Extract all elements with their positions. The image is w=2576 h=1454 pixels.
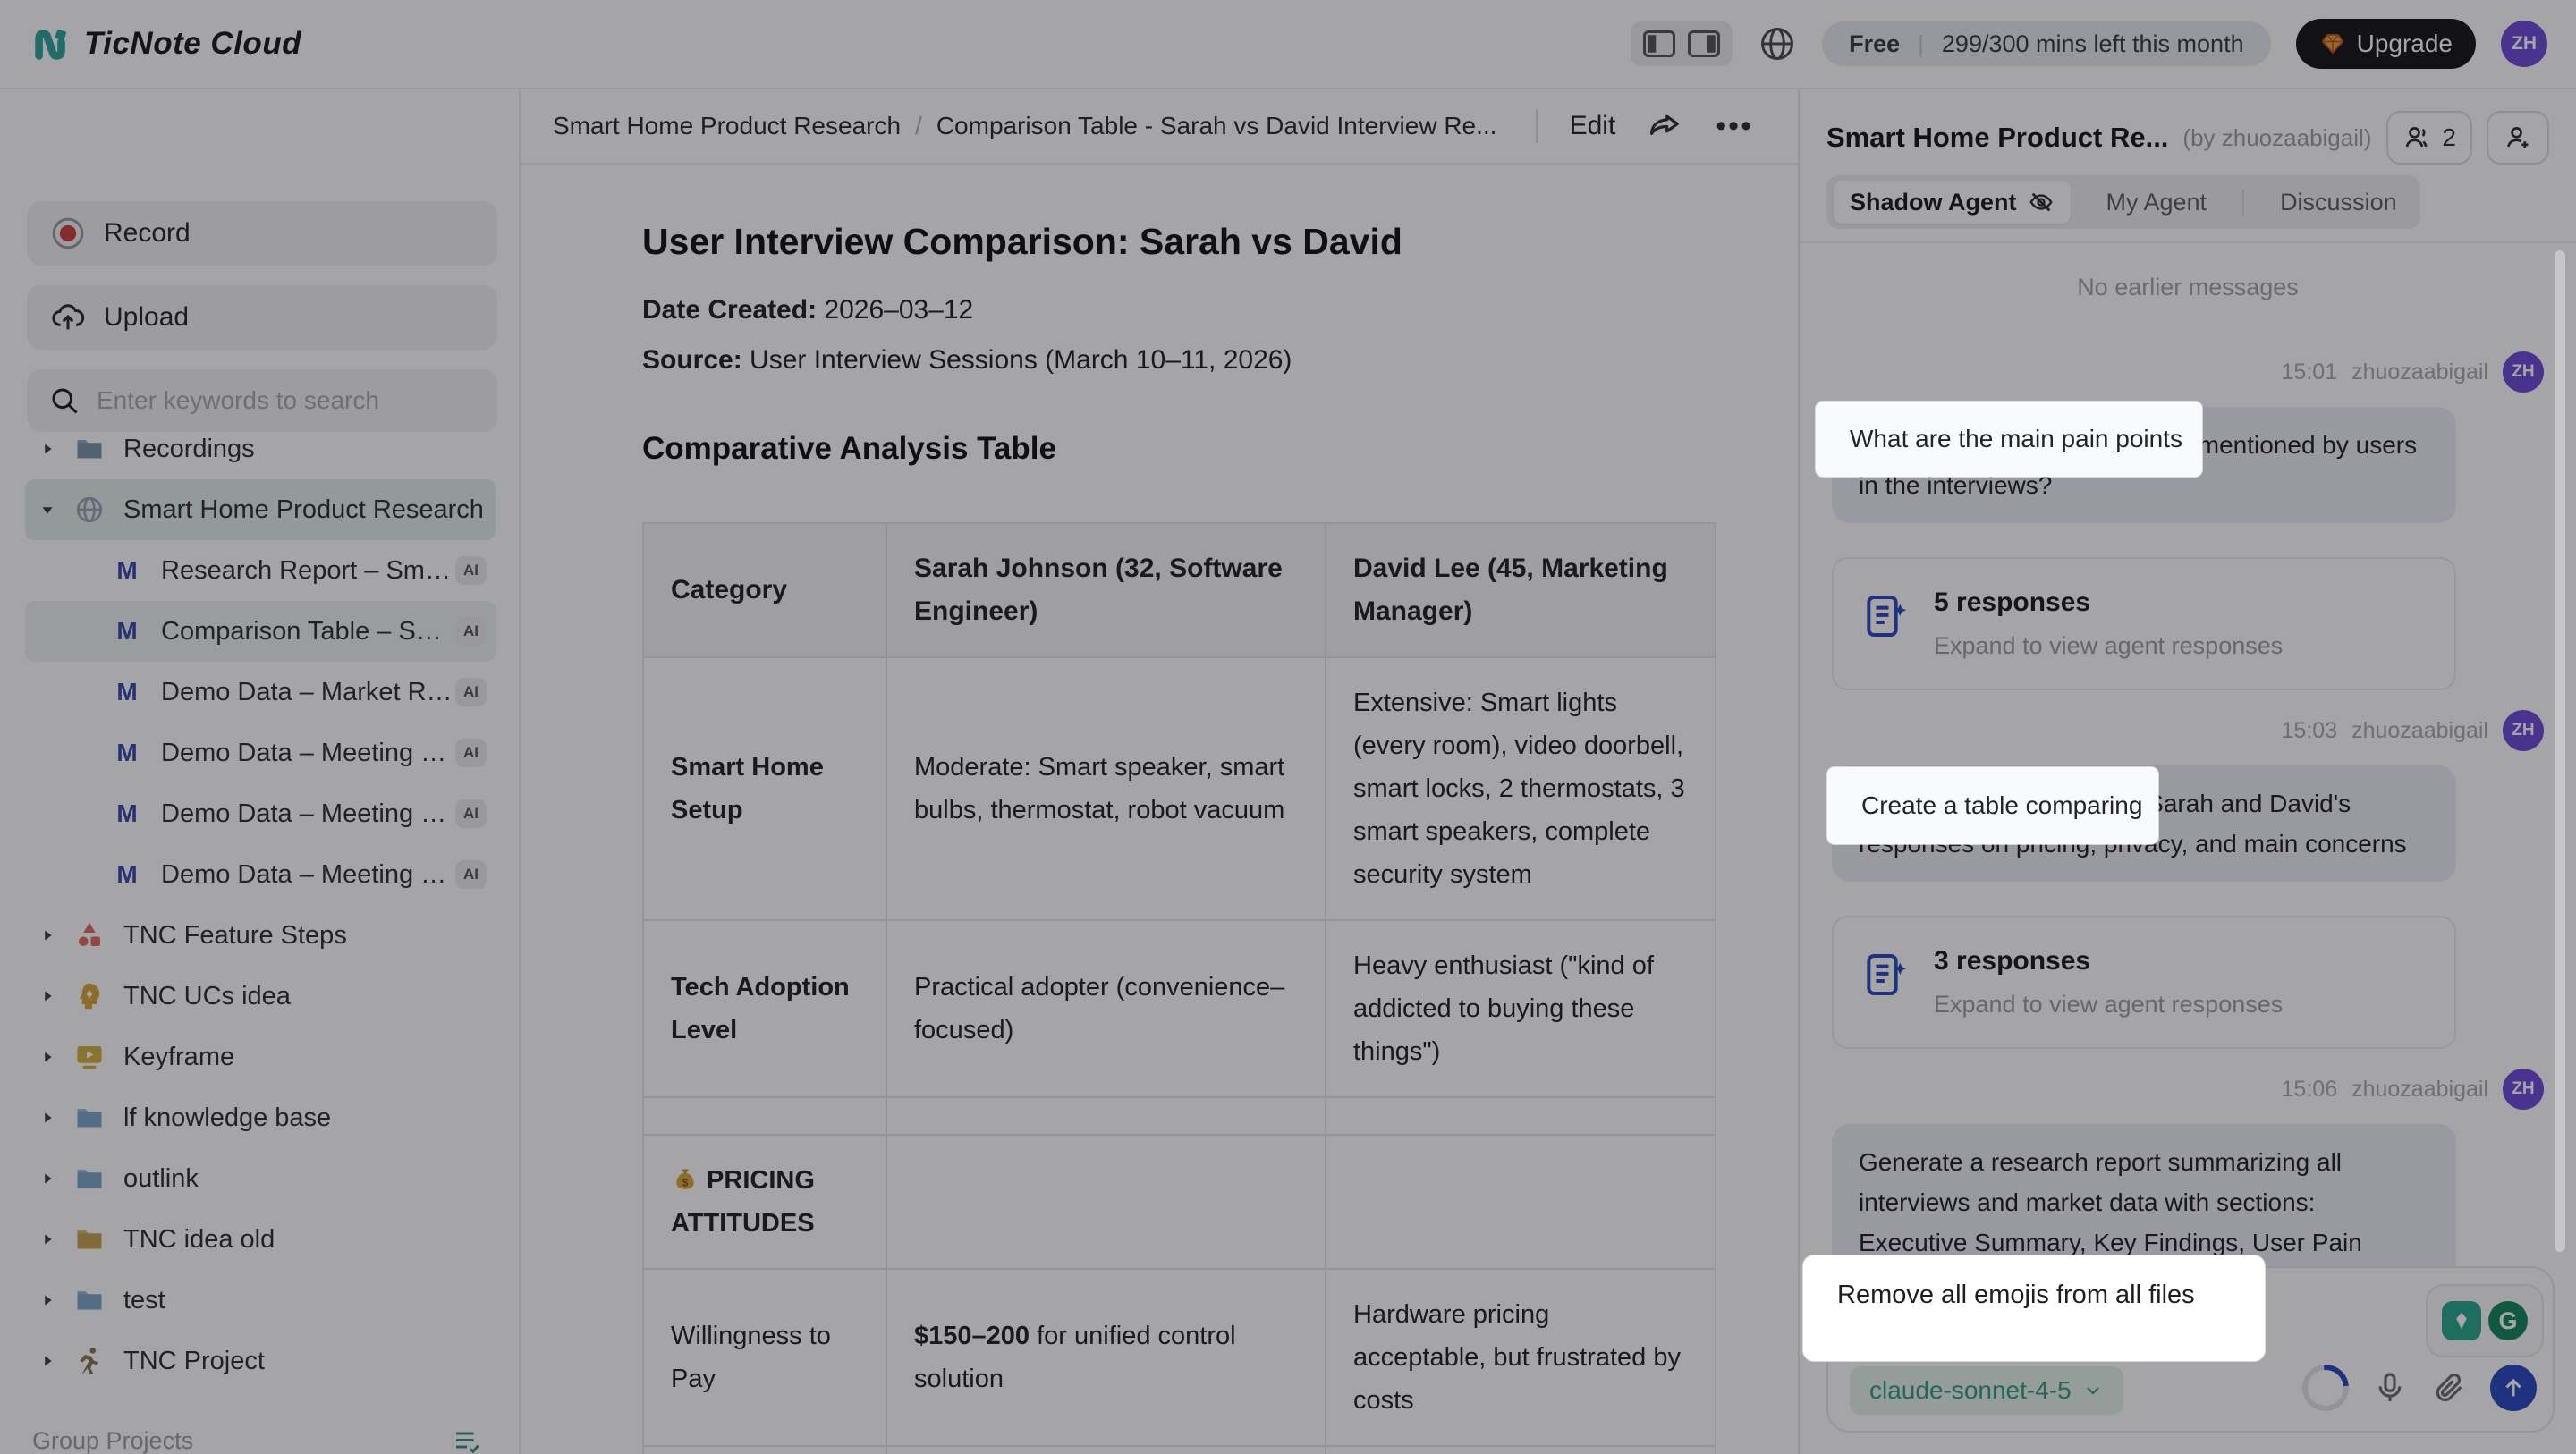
highlighted-text: Remove all emojis from all files (1837, 1281, 2195, 1310)
highlighted-text: Create a table comparing (1861, 791, 2142, 820)
dim-overlay (0, 0, 2576, 1454)
app-window: TicNote Cloud Free | 299/300 mins left t… (0, 0, 2576, 1454)
message-text-highlight: Create a table comparing (1827, 767, 2158, 844)
chat-scrollbar[interactable] (2555, 250, 2565, 1252)
message-text-highlight: What are the main pain points (1816, 402, 2202, 477)
highlighted-text: What are the main pain points (1850, 425, 2182, 453)
composer-input-highlight[interactable]: Remove all emojis from all files (1803, 1255, 2265, 1361)
